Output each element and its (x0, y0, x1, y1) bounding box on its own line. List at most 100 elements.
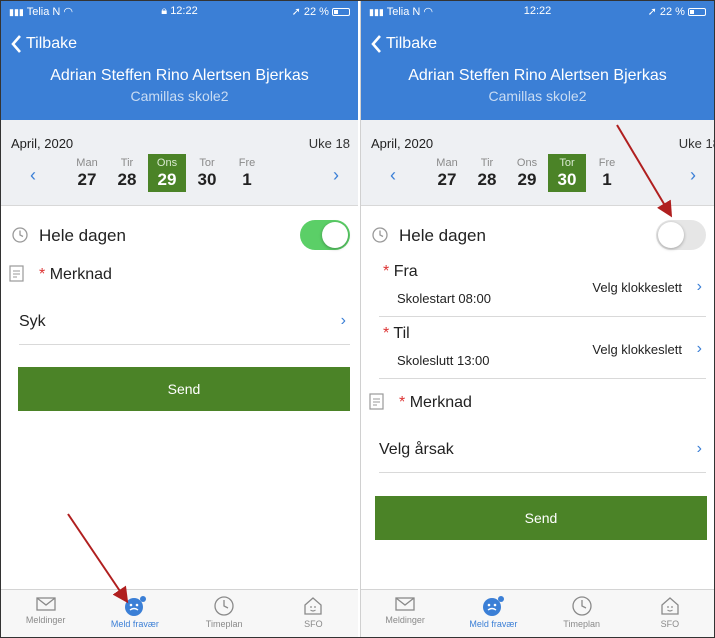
battery-icon (688, 8, 706, 17)
send-button[interactable]: Send (375, 496, 707, 540)
chevron-right-icon: › (340, 312, 346, 329)
merknad-label: * Merknad (399, 394, 472, 411)
chevron-left-icon: ‹ (30, 165, 36, 185)
right-screen: ▮▮▮ Telia N ◠ 12:22 ➚ 22 % Tilbake Adria… (360, 1, 714, 637)
tab-bar: Meldinger Meld fravær Timeplan SFO (1, 589, 358, 637)
tab-bar: Meldinger Meld fravær Timeplan SFO (361, 589, 714, 637)
note-icon (369, 393, 384, 410)
toggle-knob (658, 222, 684, 248)
house-icon (304, 597, 323, 615)
location-icon: ➚ (291, 6, 301, 18)
til-label: * Til (383, 325, 410, 342)
tab-meldinger[interactable]: Meldinger (361, 590, 449, 637)
next-week-button[interactable]: › (324, 160, 348, 190)
all-day-row: Hele dagen (1, 218, 358, 254)
day-fri[interactable]: Fre 1 (228, 154, 266, 192)
chevron-right-icon: › (333, 165, 339, 185)
note-icon (9, 265, 24, 282)
required-star: * (383, 325, 390, 342)
week-number: Uke 18 (308, 136, 350, 151)
merknad-label: * Merknad (39, 266, 112, 283)
status-bar: ▮▮▮ Telia N ◠ 12:22 ➚ 22 % (361, 1, 714, 23)
day-tue[interactable]: Tir 28 (468, 154, 506, 192)
tab-timeplan[interactable]: Timeplan (538, 590, 626, 637)
til-pick-time: Velg klokkeslett (592, 342, 682, 357)
school-name: Camillas skole2 (488, 88, 587, 104)
mail-icon (395, 597, 415, 611)
reason-select[interactable]: Velg årsak › (379, 429, 706, 473)
month-label: April, 2020 (11, 136, 74, 151)
fra-row[interactable]: * Fra Skolestart 08:00 Velg klokkeslett … (379, 257, 706, 317)
chevron-left-icon: ‹ (390, 165, 396, 185)
reason-value: Syk (19, 313, 46, 330)
chevron-right-icon: › (690, 165, 696, 185)
day-wed-selected[interactable]: Ons 29 (148, 154, 186, 192)
fra-label: * Fra (383, 263, 418, 280)
tab-timeplan[interactable]: Timeplan (180, 590, 269, 637)
tab-meld-fravaer[interactable]: Meld fravær (449, 590, 537, 637)
left-screen: ▮▮▮ Telia N ◠ 🔒︎ 12:22 ➚ 22 % Tilbake Ad… (1, 1, 358, 637)
day-mon[interactable]: Man 27 (428, 154, 466, 192)
day-thu-selected[interactable]: Tor 30 (548, 154, 586, 192)
clock-icon (571, 596, 592, 616)
reason-select[interactable]: Syk › (19, 301, 350, 345)
back-label: Tilbake (386, 35, 437, 52)
header: ▮▮▮ Telia N ◠ 🔒︎ 12:22 ➚ 22 % Tilbake Ad… (1, 1, 358, 120)
reason-placeholder: Velg årsak (379, 441, 454, 458)
day-tue[interactable]: Tir 28 (108, 154, 146, 192)
clock-icon (372, 227, 388, 243)
chevron-right-icon: › (696, 278, 702, 295)
day-mon[interactable]: Man 27 (68, 154, 106, 192)
back-button[interactable]: Tilbake (11, 35, 77, 53)
til-row[interactable]: * Til Skoleslutt 13:00 Velg klokkeslett … (379, 319, 706, 379)
student-name: Adrian Steffen Rino Alertsen Bjerkas (408, 67, 667, 84)
day-fri[interactable]: Fre 1 (588, 154, 626, 192)
lock-icon: 🔒︎ (161, 5, 168, 17)
report-absence-icon (124, 596, 146, 616)
send-button[interactable]: Send (18, 367, 350, 411)
week-number: Uke 18 (678, 136, 714, 151)
clock-icon (214, 596, 234, 616)
required-star: * (383, 263, 390, 280)
chevron-left-icon (11, 35, 21, 53)
clock-icon (12, 227, 28, 243)
fra-pick-time: Velg klokkeslett (592, 280, 682, 295)
day-thu[interactable]: Tor 30 (188, 154, 226, 192)
chevron-right-icon: › (696, 340, 702, 357)
all-day-label: Hele dagen (39, 226, 126, 245)
tab-sfo[interactable]: SFO (626, 590, 714, 637)
next-week-button[interactable]: › (681, 160, 705, 190)
day-list: Man 27 Tir 28 Ons 29 Tor 30 Fre 1 (68, 154, 268, 192)
battery: ➚ 22 % (292, 5, 350, 18)
all-day-toggle[interactable] (656, 220, 706, 250)
school-name: Camillas skole2 (130, 88, 229, 104)
battery-icon (332, 8, 350, 17)
required-star: * (399, 394, 406, 411)
all-day-label: Hele dagen (399, 226, 486, 245)
all-day-row: Hele dagen (361, 218, 714, 254)
back-button[interactable]: Tilbake (371, 35, 437, 53)
battery: ➚ 22 % (648, 5, 706, 18)
fra-default: Skolestart 08:00 (397, 291, 491, 306)
status-bar: ▮▮▮ Telia N ◠ 🔒︎ 12:22 ➚ 22 % (1, 1, 358, 23)
day-list: Man 27 Tir 28 Ons 29 Tor 30 Fre 1 (428, 154, 628, 192)
tab-sfo[interactable]: SFO (269, 590, 358, 637)
month-label: April, 2020 (371, 136, 434, 151)
week-picker: April, 2020 Uke 18 ‹ Man27 Tir28 Ons29 T… (361, 120, 714, 206)
header: ▮▮▮ Telia N ◠ 12:22 ➚ 22 % Tilbake Adria… (361, 1, 714, 120)
prev-week-button[interactable]: ‹ (381, 160, 405, 190)
back-label: Tilbake (26, 35, 77, 52)
mail-icon (35, 597, 56, 611)
tab-meldinger[interactable]: Meldinger (1, 590, 90, 637)
prev-week-button[interactable]: ‹ (21, 160, 45, 190)
day-wed[interactable]: Ons 29 (508, 154, 546, 192)
required-star: * (39, 266, 46, 283)
week-picker: April, 2020 Uke 18 ‹ Man27 Tir28 Ons29 T… (1, 120, 358, 206)
tab-meld-fravaer[interactable]: Meld fravær (90, 590, 179, 637)
all-day-toggle[interactable] (300, 220, 350, 250)
report-absence-icon (483, 596, 505, 616)
student-name: Adrian Steffen Rino Alertsen Bjerkas (50, 67, 309, 84)
chevron-right-icon: › (696, 440, 702, 457)
til-default: Skoleslutt 13:00 (397, 353, 490, 368)
house-icon (661, 597, 679, 615)
